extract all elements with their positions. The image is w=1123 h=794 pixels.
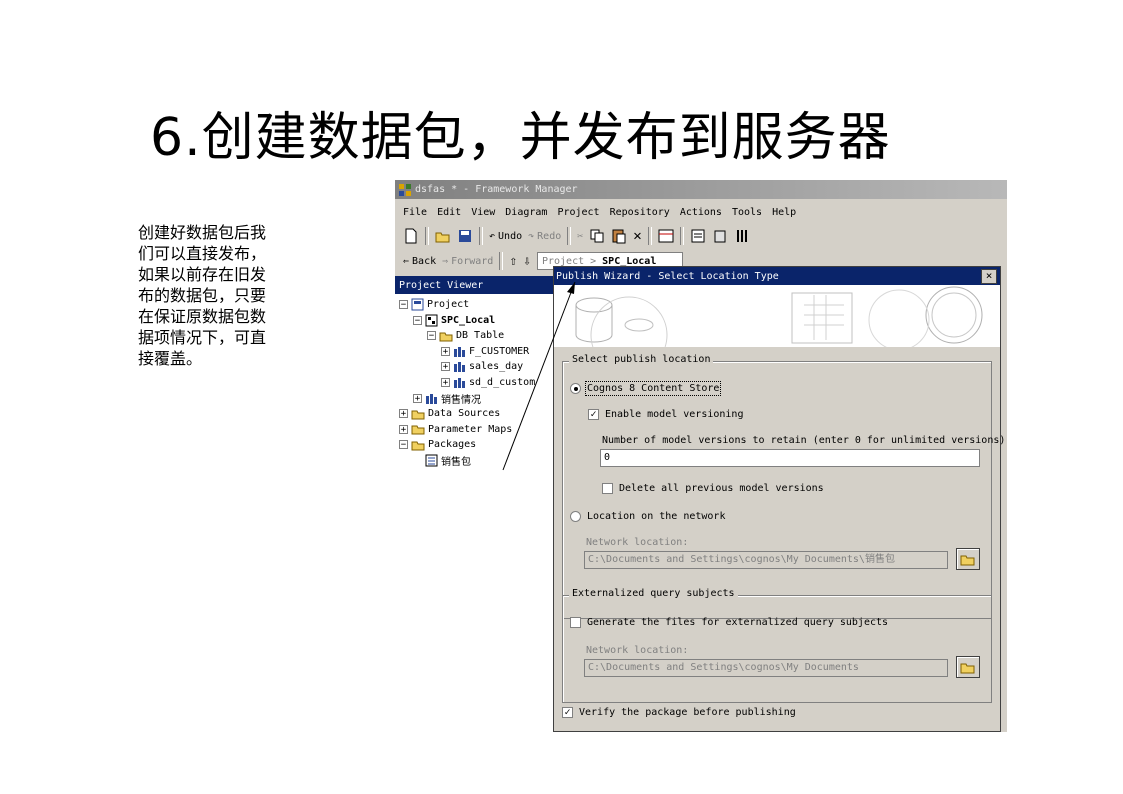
annotation-arrow: [502, 281, 576, 471]
framework-manager-screenshot: dsfas * - Framework Manager File Edit Vi…: [395, 180, 1007, 732]
description-line: 们可以直接发布，: [138, 244, 267, 263]
description-line: 在保证原数据包数: [138, 307, 267, 326]
slide-description: 创建好数据包后我 们可以直接发布， 如果以前存在旧发 布的数据包，只要 在保证原…: [138, 222, 308, 369]
description-line: 创建好数据包后我: [138, 223, 267, 242]
description-line: 如果以前存在旧发: [138, 265, 267, 284]
description-line: 布的数据包，只要: [138, 286, 267, 305]
description-line: 接覆盖。: [138, 349, 203, 368]
slide-title: 6.创建数据包，并发布到服务器: [150, 108, 891, 168]
description-line: 据项情况下，可直: [138, 328, 267, 347]
